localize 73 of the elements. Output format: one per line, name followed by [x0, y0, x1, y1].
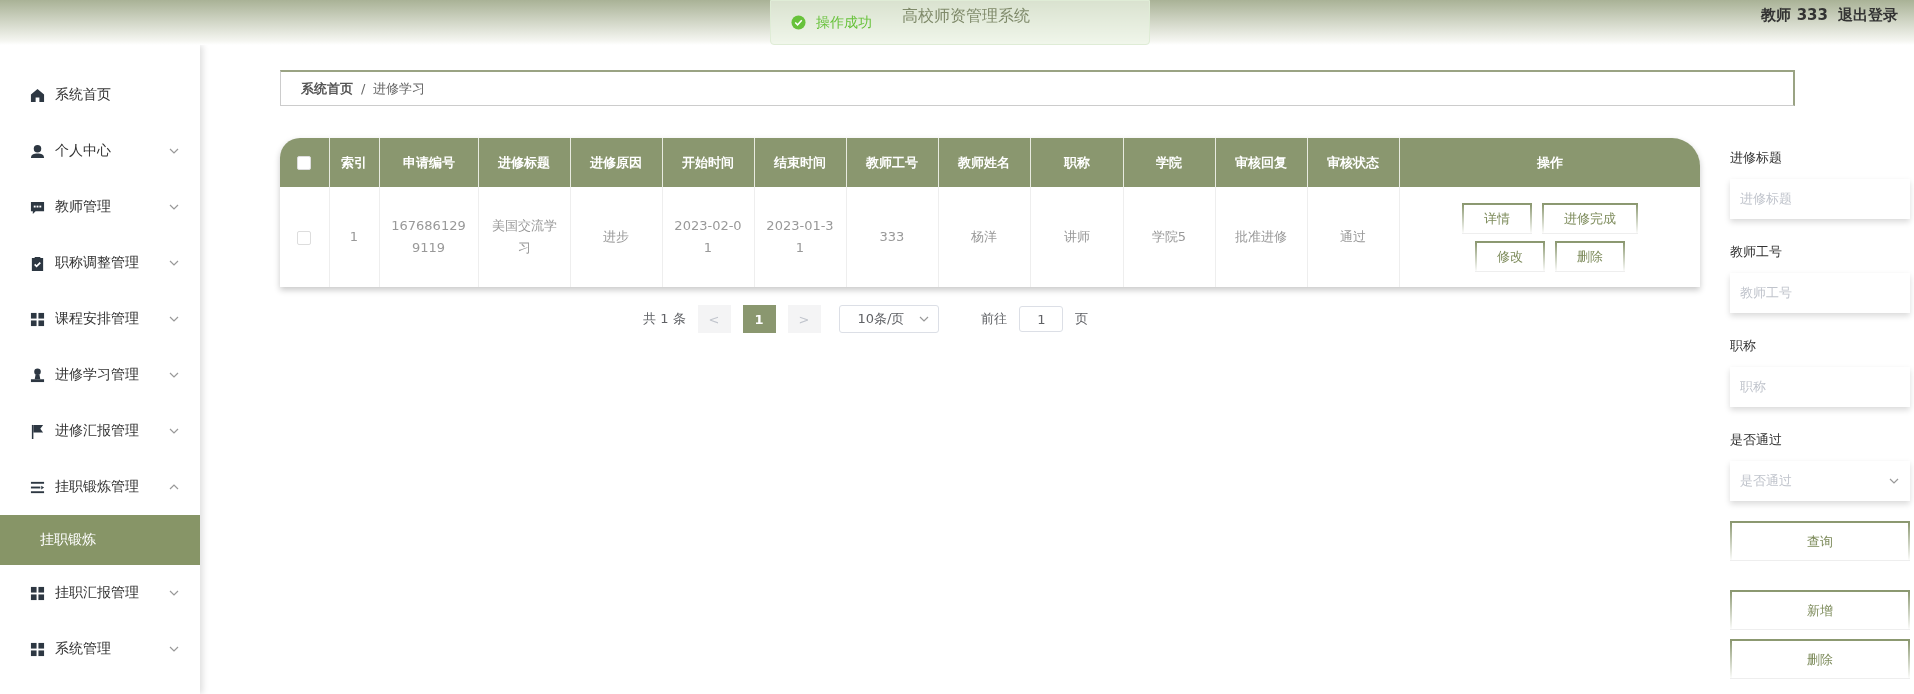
column-header: 开始时间 — [662, 138, 754, 187]
menu-lines-icon — [30, 479, 45, 495]
sidebar-subitem[interactable]: 挂职锻炼 — [0, 515, 200, 565]
home-icon — [30, 87, 45, 103]
column-header: 审核回复 — [1215, 138, 1307, 187]
page-input[interactable]: 1 — [1019, 306, 1064, 332]
action-button[interactable]: 详情 — [1461, 203, 1532, 233]
action-button[interactable]: 删除 — [1730, 639, 1910, 678]
goto-label: 前往 — [981, 310, 1008, 328]
sidebar-item[interactable]: 职称调整管理 — [0, 235, 200, 291]
check-circle-icon — [791, 15, 806, 30]
sidebar-item[interactable]: 进修汇报管理 — [0, 403, 200, 459]
flag-icon — [30, 423, 45, 439]
grid-icon — [30, 311, 45, 327]
select-all-checkbox[interactable] — [297, 156, 312, 171]
action-button[interactable]: 修改 — [1474, 241, 1545, 271]
table-cell: 1676861299119 — [379, 187, 478, 287]
table-cell: 批准进修 — [1215, 187, 1307, 287]
chat-icon — [30, 199, 45, 215]
action-button[interactable]: 新增 — [1730, 590, 1910, 629]
person-icon — [30, 143, 45, 159]
breadcrumb-item[interactable]: 系统首页 — [301, 79, 353, 98]
clipboard-icon — [30, 255, 45, 271]
breadcrumb-separator: / — [361, 81, 366, 96]
total-count: 共 1 条 — [643, 310, 686, 328]
column-header: 索引 — [329, 138, 379, 187]
field-label: 进修标题 — [1730, 149, 1783, 167]
table-cell: 讲师 — [1030, 187, 1123, 287]
column-header: 教师姓名 — [938, 138, 1030, 187]
column-header: 教师工号 — [846, 138, 938, 187]
column-header: 进修标题 — [478, 138, 570, 187]
logout-link[interactable]: 退出登录 — [1838, 6, 1898, 25]
sidebar-item[interactable]: 进修学习管理 — [0, 347, 200, 403]
user-name: 教师 333 — [1761, 6, 1828, 25]
action-button[interactable]: 进修完成 — [1541, 203, 1638, 233]
sidebar-item[interactable]: 挂职汇报管理 — [0, 565, 200, 621]
breadcrumb-item: 进修学习 — [373, 79, 426, 98]
sidebar-item[interactable]: 教师管理 — [0, 179, 200, 235]
page-size-select[interactable]: 10条/页 — [838, 305, 940, 333]
row-checkbox[interactable] — [297, 230, 312, 245]
grid-icon — [30, 585, 45, 601]
table-cell: 美国交流学习 — [478, 187, 570, 287]
field-label: 教师工号 — [1730, 243, 1783, 261]
sidebar-item[interactable]: 课程安排管理 — [0, 291, 200, 347]
column-header: 进修原因 — [570, 138, 662, 187]
column-header: 职称 — [1030, 138, 1123, 187]
table-cell: 杨洋 — [938, 187, 1030, 287]
table-cell: 进步 — [570, 187, 662, 287]
table-cell: 2023-01-31 — [754, 187, 846, 287]
table-cell: 学院5 — [1123, 187, 1215, 287]
column-header: 结束时间 — [754, 138, 846, 187]
toast-text: 操作成功 — [816, 13, 872, 32]
field-label: 职称 — [1730, 337, 1757, 355]
app-title: 高校师资管理系统 — [902, 6, 1030, 27]
column-header: 学院 — [1123, 138, 1215, 187]
sidebar-item[interactable]: 系统首页 — [0, 67, 200, 123]
column-header: 申请编号 — [379, 138, 478, 187]
query-button[interactable]: 查询 — [1730, 521, 1910, 560]
page-number[interactable]: 1 — [742, 305, 776, 333]
table-cell: 1 — [329, 187, 379, 287]
table-cell: 通过 — [1307, 187, 1399, 287]
grid-icon — [30, 641, 45, 657]
stamp-icon — [30, 367, 45, 383]
field-label: 是否通过 — [1730, 431, 1783, 449]
column-header: 审核状态 — [1307, 138, 1399, 187]
action-button[interactable]: 删除 — [1554, 241, 1625, 271]
table-cell: 2023-02-01 — [662, 187, 754, 287]
table-cell: 333 — [846, 187, 938, 287]
sidebar-item[interactable]: 系统管理 — [0, 621, 200, 677]
column-header: 操作 — [1399, 138, 1700, 187]
sidebar-item[interactable]: 个人中心 — [0, 123, 200, 179]
sidebar-item[interactable]: 挂职锻炼管理 — [0, 459, 200, 515]
page-unit-label: 页 — [1075, 310, 1089, 328]
